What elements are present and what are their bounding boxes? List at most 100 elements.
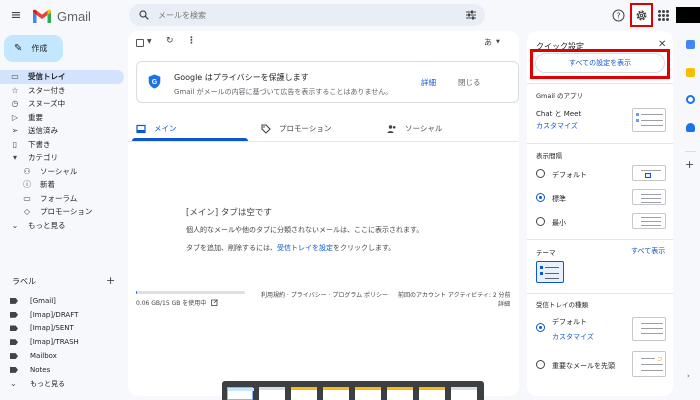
nav-label: スヌーズ中	[28, 99, 66, 109]
gear-icon[interactable]	[635, 9, 648, 22]
open-external-icon[interactable]	[211, 299, 219, 306]
get-addons-icon[interactable]: +	[685, 158, 694, 171]
account-avatar-redacted[interactable]	[676, 7, 700, 23]
thumbnail[interactable]	[259, 387, 285, 400]
nav-label: スター付き	[28, 85, 66, 95]
select-all-checkbox[interactable]	[136, 39, 144, 47]
theme-thumbnail[interactable]	[536, 261, 564, 283]
bottom-thumbnail-strip	[222, 381, 484, 400]
tab-social[interactable]: ソーシャル	[387, 115, 442, 142]
privacy-close-button[interactable]: 閉じる	[458, 77, 481, 88]
inbox-customize-link[interactable]: カスタマイズ	[552, 332, 594, 342]
density-compact-radio[interactable]	[536, 217, 545, 226]
nav-item-forums[interactable]: ▭ フォーラム	[0, 192, 124, 206]
active-tab-indicator	[132, 138, 248, 141]
app-name: Gmail	[57, 8, 91, 24]
label-tag-icon	[10, 311, 18, 318]
privacy-body: Gmail がメールの内容に基づいて広告を表示することはありません。	[174, 88, 393, 96]
add-label-icon[interactable]: +	[106, 274, 115, 287]
tasks-icon[interactable]	[686, 95, 695, 104]
label-item[interactable]: [Imap]/DRAFT	[0, 308, 124, 322]
attachment-chip-icon	[645, 173, 651, 178]
storage-bar	[136, 291, 245, 294]
gmail-logo[interactable]: Gmail	[32, 8, 91, 24]
nav-item-snoozed[interactable]: ◷ スヌーズ中	[0, 97, 124, 111]
tab-label: メイン	[154, 124, 177, 133]
draft-icon: ▯	[12, 139, 18, 149]
storage-usage: 0.06 GB/15 GB を使用中	[136, 298, 219, 307]
footer-links[interactable]: 利用規約 · プライバシー · プログラム ポリシー	[261, 290, 388, 299]
density-comfortable-radio[interactable]	[536, 193, 545, 202]
apps-customize-link[interactable]: カスタマイズ	[536, 121, 578, 131]
thumbnail[interactable]	[355, 387, 381, 400]
label-item-more[interactable]: ⌄ もっと見る	[0, 377, 124, 391]
nav-item-more[interactable]: ⌄ もっと見る	[0, 219, 124, 233]
thumbnail[interactable]	[451, 387, 477, 400]
label-tag-icon	[10, 366, 18, 373]
labels-heading: ラベル	[12, 277, 36, 286]
preview-line	[641, 194, 661, 195]
select-menu-chevron-icon[interactable]: ▼	[147, 38, 152, 45]
contacts-icon[interactable]	[686, 123, 695, 132]
label-name: [Imap]/SENT	[30, 324, 74, 333]
nav-label: 下書き	[28, 139, 51, 149]
thumbnail[interactable]	[323, 387, 349, 400]
thumbnail[interactable]	[227, 387, 254, 400]
inbox-default-radio[interactable]	[536, 323, 545, 332]
main-menu-icon[interactable]: ≡	[8, 8, 24, 24]
nav-item-drafts[interactable]: ▯ 下書き	[0, 138, 124, 152]
nav-item-starred[interactable]: ☆ スター付き	[0, 84, 124, 98]
label-item[interactable]: Mailbox	[0, 349, 124, 363]
label-item[interactable]: [Imap]/TRASH	[0, 335, 124, 349]
density-default-thumbnail	[632, 165, 666, 181]
configure-inbox-link[interactable]: 受信トレイを設定	[277, 244, 333, 252]
thumbnail[interactable]	[387, 387, 413, 400]
nav-item-social[interactable]: ⚇ ソーシャル	[0, 165, 124, 179]
input-tools-chevron-icon[interactable]: ▼	[496, 39, 500, 45]
inbox-important-first-radio[interactable]	[536, 360, 545, 369]
density-comfortable-label: 標準	[552, 195, 566, 203]
more-options-icon[interactable]: ⋮	[187, 36, 196, 46]
nav-item-inbox[interactable]: ▭ 受信トレイ	[0, 70, 124, 84]
thumbnail[interactable]	[419, 387, 445, 400]
refresh-icon[interactable]: ↻	[166, 36, 174, 46]
empty-tab-hint: タブを追加、削除するには、受信トレイを設定をクリックします。	[186, 243, 395, 253]
thumbnail[interactable]	[291, 387, 317, 400]
density-compact-label: 最小	[552, 219, 566, 227]
tab-promotions[interactable]: プロモーション	[261, 115, 331, 142]
search-input[interactable]	[158, 10, 458, 20]
activity-details-link[interactable]: 詳細	[498, 299, 510, 308]
nav-item-categories[interactable]: ▾ カテゴリ	[0, 151, 124, 165]
nav-item-sent[interactable]: ➢ 送信済み	[0, 124, 124, 138]
calendar-icon[interactable]	[686, 40, 695, 49]
chevron-right-icon[interactable]: ›	[687, 372, 690, 380]
svg-text:G: G	[152, 79, 158, 86]
label-item[interactable]: Notes	[0, 363, 124, 377]
help-icon[interactable]: ?	[612, 9, 625, 22]
chevron-down-icon: ⌄	[10, 379, 17, 389]
density-default-radio[interactable]	[536, 169, 545, 178]
search-bar[interactable]	[129, 4, 485, 26]
search-options-icon[interactable]	[465, 9, 477, 21]
settings-gear-highlight[interactable]	[630, 3, 653, 27]
theme-view-all-link[interactable]: すべて表示	[631, 246, 665, 256]
compose-button[interactable]: ✎ 作成	[4, 35, 63, 62]
info-icon: ⓘ	[23, 180, 31, 190]
important-marker-icon: ⊃	[657, 355, 663, 363]
nav-item-important[interactable]: ▷ 重要	[0, 111, 124, 125]
label-item[interactable]: [Imap]/SENT	[0, 322, 124, 336]
privacy-details-link[interactable]: 詳細	[421, 77, 436, 88]
category-tabs: メイン プロモーション ソーシャル	[128, 115, 519, 142]
density-heading: 表示間隔	[536, 152, 562, 160]
preview-dot	[540, 266, 543, 269]
input-tools-button[interactable]: あ	[484, 37, 492, 48]
nav-label: 新着	[40, 180, 55, 190]
keep-icon[interactable]	[686, 68, 695, 77]
nav-item-updates[interactable]: ⓘ 新着	[0, 178, 124, 192]
search-icon[interactable]	[138, 9, 150, 21]
nav-label: 受信トレイ	[28, 72, 66, 82]
google-apps-icon[interactable]	[658, 10, 669, 21]
nav-item-promotions[interactable]: ◇ プロモーション	[0, 205, 124, 219]
label-item[interactable]: [Gmail]	[0, 294, 124, 308]
hint-prefix: タブを追加、削除するには、	[186, 244, 277, 252]
